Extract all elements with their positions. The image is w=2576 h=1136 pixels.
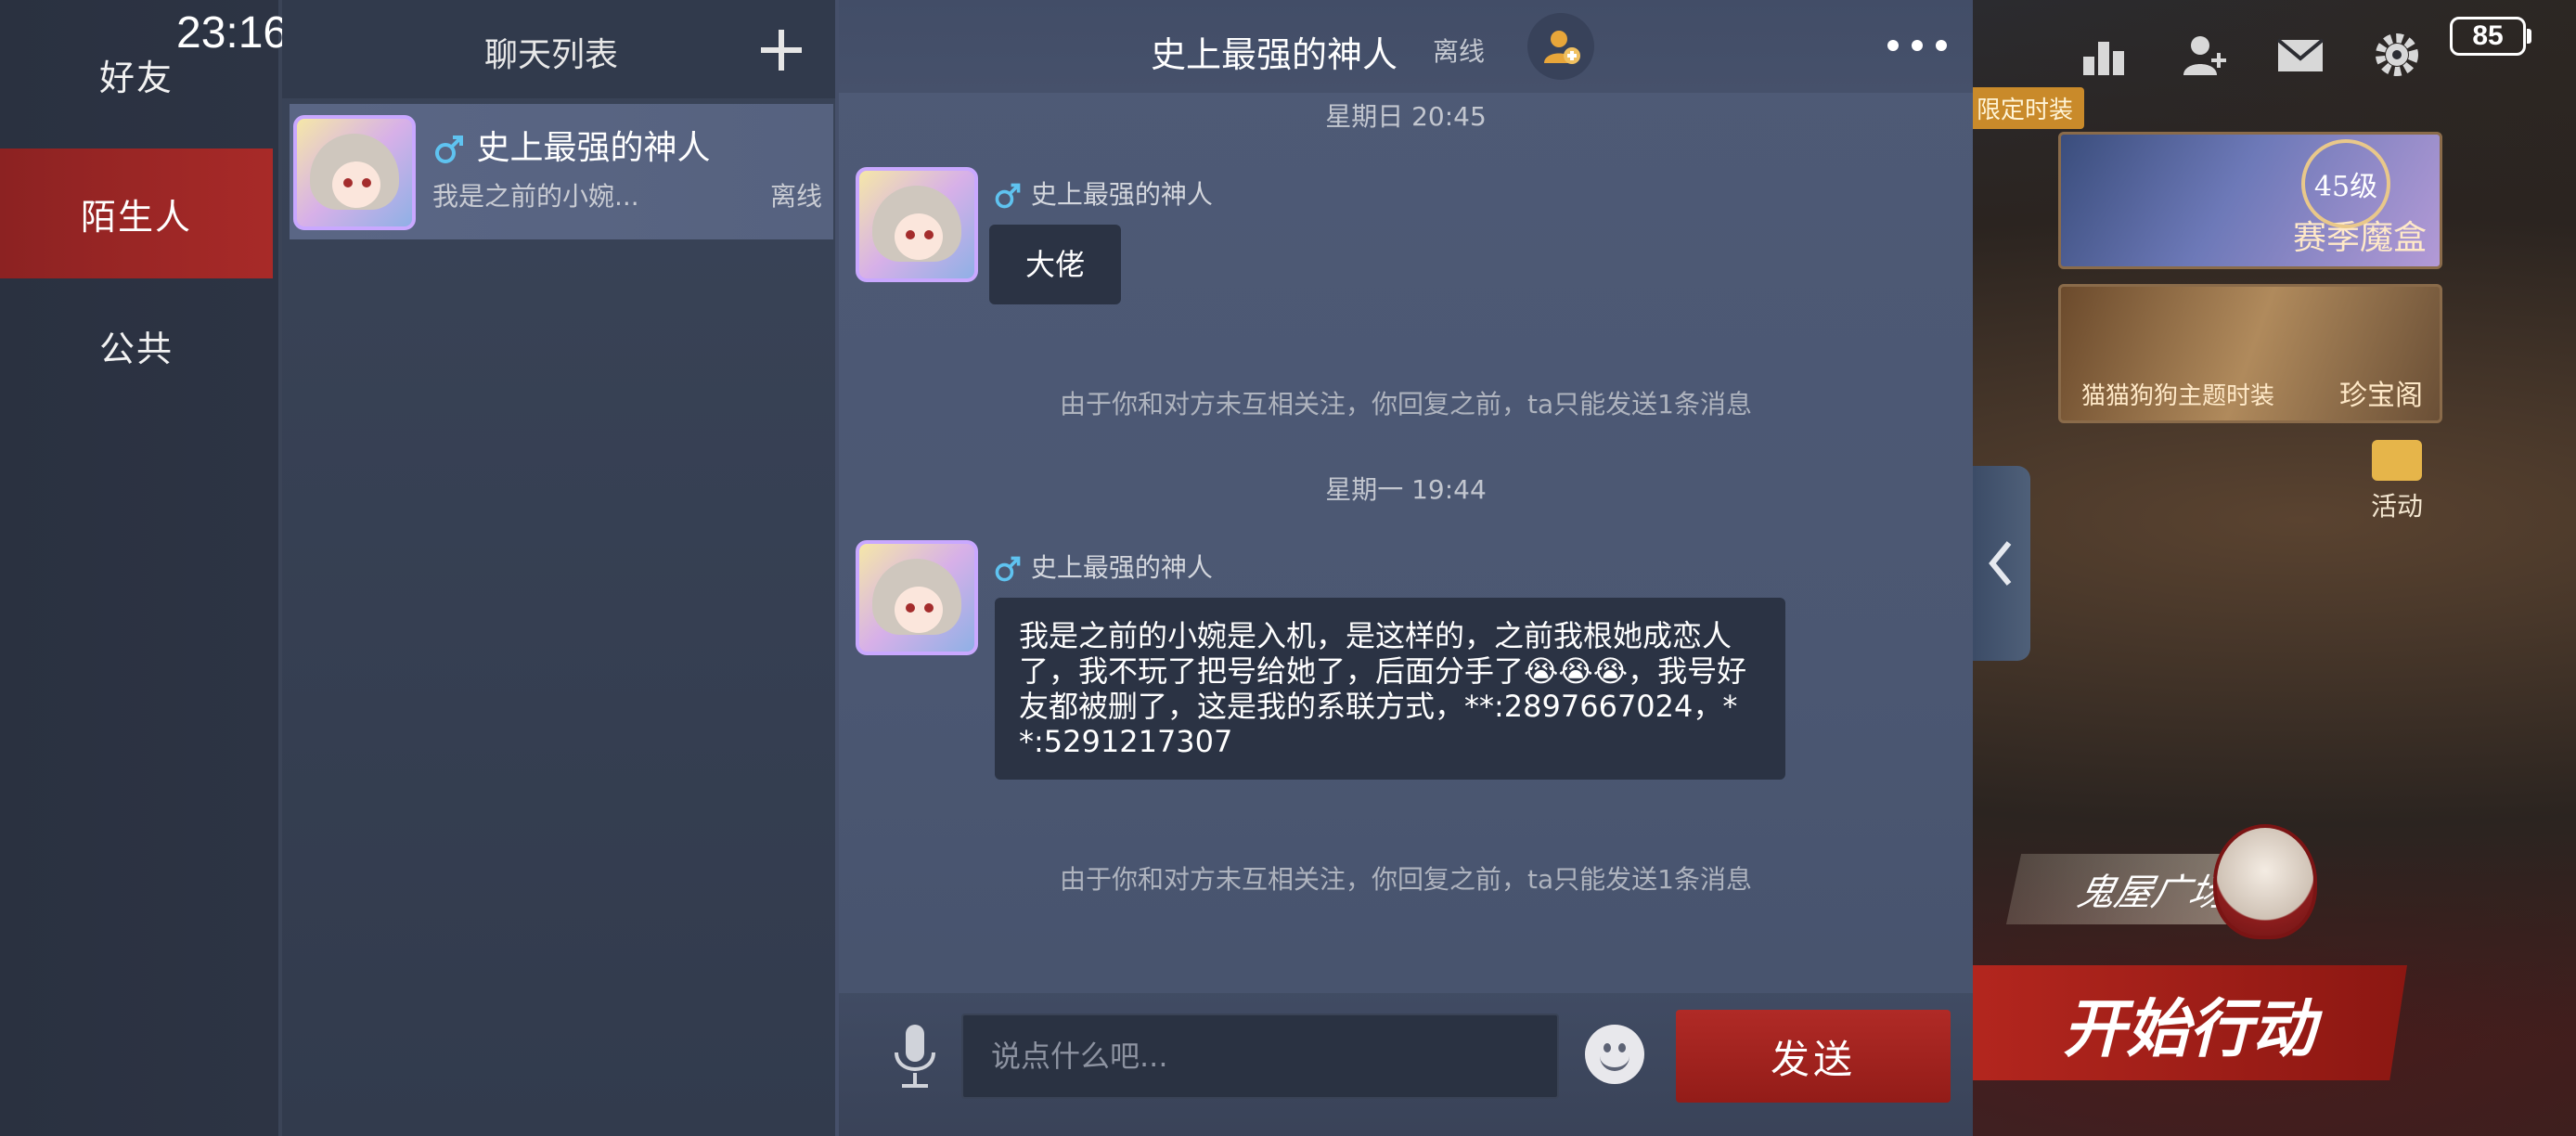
- avatar: [856, 540, 978, 655]
- nav-item-strangers[interactable]: 陌生人: [0, 148, 273, 278]
- activity-label: 活动: [2370, 491, 2423, 522]
- message-timestamp: 星期日 20:45: [1325, 101, 1487, 132]
- message-sender: 史上最强的神人: [993, 174, 1213, 212]
- avatar: [856, 167, 978, 282]
- start-action-button[interactable]: 开始行动: [1971, 965, 2407, 1080]
- collapse-panel-tab[interactable]: [1971, 466, 2030, 661]
- activity-button[interactable]: 活动: [2346, 440, 2448, 523]
- send-button[interactable]: 发送: [1676, 1010, 1951, 1103]
- message-timestamp: 星期一 19:44: [1325, 474, 1487, 505]
- male-icon: [995, 183, 1021, 209]
- message-input[interactable]: [961, 1013, 1559, 1099]
- activity-icon: [2372, 440, 2422, 481]
- message-sender: 史上最强的神人: [993, 548, 1213, 585]
- chat-item-name-text: 史上最强的神人: [476, 129, 711, 167]
- message-sender-name: 史上最强的神人: [1030, 179, 1213, 210]
- chevron-left-icon: [1989, 541, 2012, 586]
- treasure-label: 珍宝阁: [2339, 380, 2423, 412]
- nav-item-label: 好友: [98, 57, 174, 98]
- nav-item-label: 陌生人: [80, 196, 192, 238]
- theme-outfit-card[interactable]: 猫猫狗狗主题时装 珍宝阁: [2058, 284, 2442, 423]
- settings-icon[interactable]: [2368, 26, 2426, 84]
- mail-icon[interactable]: [2272, 26, 2329, 84]
- male-icon: [995, 556, 1021, 582]
- level-badge: 45级: [2301, 139, 2390, 228]
- add-contact-icon[interactable]: [1527, 13, 1594, 80]
- chat-list-title: 聊天列表: [484, 36, 619, 74]
- chat-item-name: 史上最强的神人: [432, 121, 710, 169]
- chat-item-preview: 我是之前的小婉...: [432, 181, 639, 212]
- message-sender-name: 史上最强的神人: [1030, 552, 1213, 583]
- message-bubble: 我是之前的小婉是入机，是这样的，之前我根她成恋人了，我不玩了把号给她了，后面分手…: [995, 598, 1785, 780]
- add-friend-icon[interactable]: [2177, 26, 2235, 84]
- emoji-icon[interactable]: [1585, 1025, 1644, 1084]
- conversation-title: 史上最强的神人: [1151, 34, 1398, 75]
- nav-item-public[interactable]: 公共: [0, 280, 273, 410]
- male-icon: [435, 136, 463, 163]
- conversation-status: 离线: [1433, 36, 1486, 67]
- ghost-mask-icon: [2213, 824, 2317, 939]
- microphone-icon[interactable]: [885, 1021, 945, 1091]
- nav-item-friends[interactable]: 好友: [0, 9, 273, 139]
- nav-item-label: 公共: [98, 328, 174, 369]
- battery-indicator: 85: [2450, 17, 2531, 56]
- plus-icon[interactable]: [755, 24, 807, 76]
- conversation-header: [839, 0, 1973, 93]
- system-note: 由于你和对方未互相关注，你回复之前，ta只能发送1条消息: [1060, 864, 1752, 895]
- ghost-plaza-label: 鬼屋广场: [2073, 871, 2232, 914]
- chat-item-status: 离线: [770, 181, 823, 212]
- ranking-icon[interactable]: [2075, 26, 2132, 84]
- limited-outfit-tag: 限定时装: [1965, 87, 2085, 129]
- system-note: 由于你和对方未互相关注，你回复之前，ta只能发送1条消息: [1060, 389, 1752, 420]
- theme-outfit-label: 猫猫狗狗主题时装: [2081, 382, 2275, 410]
- start-action-label: 开始行动: [2062, 991, 2315, 1066]
- avatar: [293, 115, 416, 230]
- more-options-icon[interactable]: [1887, 32, 1947, 59]
- message-bubble: 大佬: [989, 225, 1121, 304]
